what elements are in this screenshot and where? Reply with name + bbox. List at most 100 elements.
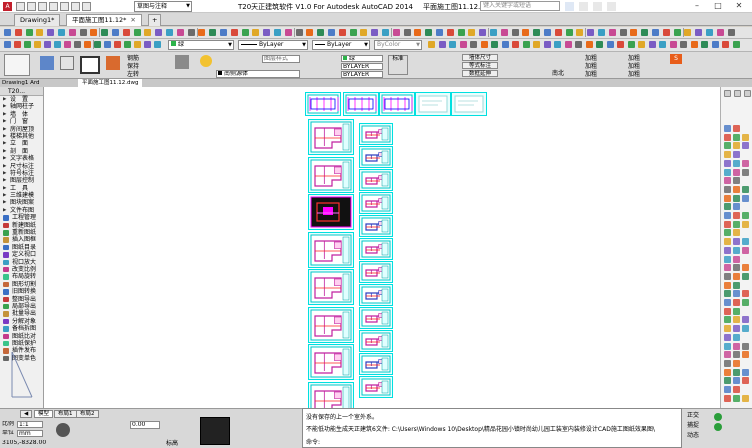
toolbar-tool-icon[interactable] — [479, 29, 487, 36]
modify-tool-icon[interactable] — [733, 299, 740, 306]
palette-item[interactable]: 整图导出 — [0, 296, 43, 303]
modify-tool-icon[interactable] — [733, 185, 740, 193]
close-tab-icon[interactable]: ✕ — [130, 16, 135, 24]
modify-tool-icon[interactable] — [733, 220, 740, 228]
modify-tool-icon[interactable] — [742, 246, 749, 254]
draw-tool-icon[interactable] — [711, 41, 719, 48]
palette-item[interactable]: 插入图框 — [0, 236, 43, 243]
toolbar-tool-icon[interactable] — [457, 29, 465, 36]
drawing-sheet-left-6[interactable] — [308, 306, 354, 343]
draw-tool-icon[interactable] — [680, 41, 687, 48]
palette-item[interactable]: 图纸比对 — [0, 333, 43, 340]
modify-tool-icon[interactable] — [724, 246, 731, 254]
toolbar-tool-icon[interactable] — [576, 29, 584, 36]
modify-tool-icon[interactable] — [724, 229, 731, 237]
toolbar-tool-icon[interactable] — [252, 29, 260, 36]
palette-item[interactable]: 新建图纸 — [0, 222, 43, 229]
toolbar-tool-icon[interactable] — [522, 29, 530, 36]
bulb-icon[interactable] — [200, 55, 212, 67]
layer-tool-icon[interactable] — [144, 41, 151, 48]
command-line[interactable]: 没有保存的上一个室外系。 不能低功能生成天正建筑6文件: C:\Users\Wi… — [302, 408, 682, 448]
layer-tool-icon[interactable] — [34, 41, 41, 48]
toolbar-tool-icon[interactable] — [500, 29, 508, 36]
modify-tool-icon[interactable] — [724, 177, 731, 185]
ortho-toggle[interactable]: 正交 — [687, 412, 699, 419]
open-file-icon[interactable] — [27, 2, 36, 11]
layer-tool-icon[interactable] — [154, 41, 161, 48]
drawing-sheet-right-9[interactable] — [359, 307, 393, 329]
toolbar-tool-icon[interactable] — [598, 29, 605, 36]
toolbar-tool-icon[interactable] — [468, 29, 476, 36]
layer-tool-icon[interactable] — [124, 41, 131, 48]
drawing-sheet-left-3[interactable] — [308, 194, 354, 230]
layer-combo[interactable]: 绿 ▼ — [168, 40, 234, 50]
t20-logo-icon[interactable] — [4, 54, 30, 76]
drawing-sheet-right-11[interactable] — [359, 353, 393, 375]
modify-tool-icon[interactable] — [742, 220, 749, 228]
drawing-sheet-right-5[interactable] — [359, 215, 393, 237]
linetype-combo[interactable]: ByLayer ▼ — [312, 40, 370, 50]
modify-tool-icon[interactable] — [724, 264, 731, 272]
tab-layout2[interactable]: 布局2 — [76, 410, 99, 418]
search-go-icon[interactable] — [565, 2, 574, 11]
new-tab-button[interactable]: + — [148, 14, 162, 26]
save-as-icon[interactable] — [49, 2, 58, 11]
draw-tool-icon[interactable] — [690, 41, 698, 48]
command-prompt[interactable]: 命令: — [306, 437, 320, 446]
drawing-sheet-right-7[interactable] — [359, 261, 393, 283]
wall-dim-button[interactable]: 墙体尺寸 — [462, 54, 498, 61]
toolbar-tool-icon[interactable] — [652, 29, 659, 36]
toolbar-tool-icon[interactable] — [241, 29, 249, 36]
modify-tool-icon[interactable] — [742, 238, 749, 246]
tab-drawing1[interactable]: Drawing1* — [14, 14, 61, 26]
toolbar-tool-icon[interactable] — [544, 29, 551, 36]
layer-tool-icon[interactable] — [84, 41, 91, 48]
drawing-sheet-left-5[interactable] — [308, 269, 354, 305]
modify-tool-icon[interactable] — [724, 368, 731, 376]
maximize-button[interactable]: □ — [709, 0, 727, 12]
modify-tool-icon[interactable] — [733, 359, 740, 367]
modify-tool-icon[interactable] — [733, 177, 740, 185]
palette-item[interactable]: ▶ 图块图案 — [0, 199, 43, 206]
modify-tool-icon[interactable] — [742, 185, 749, 193]
draw-tool-icon[interactable] — [501, 41, 509, 48]
toolbar-tool-icon[interactable] — [382, 29, 389, 36]
toolbar-tool-icon[interactable] — [716, 29, 724, 36]
drawing-sheet-left-1[interactable] — [308, 119, 354, 155]
toolbar-tool-icon[interactable] — [306, 29, 314, 36]
draw-tool-icon[interactable] — [575, 41, 582, 48]
toolbar-tool-icon[interactable] — [403, 29, 411, 36]
exchange-icon[interactable] — [593, 2, 602, 11]
toolbar-tool-icon[interactable] — [641, 29, 649, 36]
drawing-sheet-top-5[interactable] — [451, 92, 487, 116]
modify-tool-icon[interactable] — [724, 142, 731, 150]
drawing-sheet-right-1[interactable] — [359, 123, 393, 145]
minimize-panel-icon[interactable] — [724, 90, 731, 97]
lineweight-combo[interactable]: ByColor ▼ — [374, 40, 422, 50]
draw-tool-icon[interactable] — [732, 41, 740, 48]
toolbar-tool-icon[interactable] — [68, 29, 76, 36]
modify-tool-icon[interactable] — [724, 351, 731, 359]
modify-tool-icon[interactable] — [724, 159, 731, 167]
layer-tool-icon[interactable] — [114, 41, 121, 48]
palette-item[interactable]: ▶ 房间屋顶 — [0, 126, 43, 133]
toolbar-tool-icon[interactable] — [608, 29, 616, 36]
toolbar-tool-icon[interactable] — [446, 29, 454, 36]
new-file-icon[interactable] — [16, 2, 25, 11]
draw-tool-icon[interactable] — [470, 41, 477, 48]
drawing-sheet-right-2[interactable] — [359, 146, 393, 168]
draw-tool-icon[interactable] — [554, 41, 561, 48]
dynamic-toggle[interactable]: 动态 — [687, 432, 699, 439]
toolbar-tool-icon[interactable] — [14, 29, 22, 36]
modify-tool-icon[interactable] — [742, 368, 749, 376]
drawing-sheet-left-4[interactable] — [308, 231, 354, 268]
grid-snap-icon[interactable] — [200, 417, 230, 445]
keep-label[interactable]: 保持 — [127, 63, 139, 70]
modify-tool-icon[interactable] — [733, 307, 740, 315]
toolbar-tool-icon[interactable] — [695, 29, 703, 36]
toolbar-tool-icon[interactable] — [371, 29, 379, 36]
modify-tool-icon[interactable] — [733, 238, 740, 246]
toolbar-tool-icon[interactable] — [166, 29, 173, 36]
minimize-button[interactable]: – — [688, 0, 706, 12]
modify-tool-icon[interactable] — [742, 325, 749, 333]
